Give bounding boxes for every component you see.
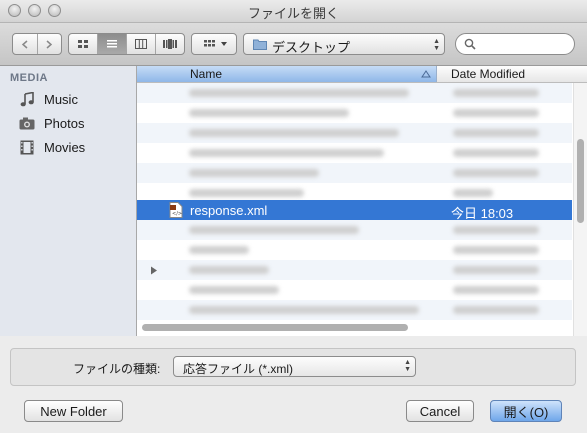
arrange-grid-icon bbox=[204, 40, 227, 47]
list-item[interactable] bbox=[137, 300, 572, 320]
forward-button[interactable] bbox=[38, 34, 62, 54]
cover-flow-icon bbox=[163, 39, 177, 49]
film-icon bbox=[18, 139, 36, 155]
list-item[interactable] bbox=[137, 143, 572, 163]
list-view-icon bbox=[107, 40, 117, 48]
file-format-popup[interactable]: 応答ファイル (*.xml) ▲ ▼ bbox=[173, 356, 416, 377]
grid-view-icon bbox=[78, 40, 88, 48]
name-column-header[interactable]: Name bbox=[137, 66, 437, 82]
back-forward-control bbox=[12, 33, 62, 55]
search-field[interactable] bbox=[455, 33, 575, 55]
list-item[interactable] bbox=[137, 240, 572, 260]
camera-icon bbox=[18, 115, 36, 131]
sidebar-item-movies[interactable]: Movies bbox=[0, 136, 136, 158]
file-format-value: 応答ファイル (*.xml) bbox=[183, 362, 293, 376]
list-item[interactable] bbox=[137, 220, 572, 240]
svg-text:</>: </> bbox=[172, 211, 182, 217]
window-title: ファイルを開く bbox=[247, 6, 339, 21]
column-view-icon bbox=[135, 39, 147, 49]
name-column-label: Name bbox=[190, 67, 223, 81]
horizontal-scroll-thumb[interactable] bbox=[142, 324, 408, 331]
file-list: Name Date Modified </> response.xml 今日 1… bbox=[137, 66, 587, 336]
file-format-panel: ファイルの種類: 応答ファイル (*.xml) ▲ ▼ bbox=[10, 348, 576, 386]
sidebar-item-music[interactable]: Music bbox=[0, 88, 136, 110]
popup-arrows-icon: ▲ ▼ bbox=[433, 38, 440, 52]
back-button[interactable] bbox=[13, 34, 38, 54]
list-item[interactable] bbox=[137, 163, 572, 183]
selected-file-row[interactable]: </> response.xml 今日 18:03 bbox=[137, 200, 572, 221]
sidebar-item-label: Movies bbox=[44, 139, 86, 155]
column-view-button[interactable] bbox=[127, 34, 156, 54]
popup-arrows-icon: ▲ ▼ bbox=[404, 359, 411, 373]
list-view-button[interactable] bbox=[98, 34, 127, 54]
new-folder-button[interactable]: New Folder bbox=[24, 400, 123, 422]
icon-view-button[interactable] bbox=[69, 34, 98, 54]
search-icon bbox=[464, 38, 476, 50]
open-button[interactable]: 開く(O) bbox=[490, 400, 562, 422]
chevron-right-icon bbox=[46, 39, 53, 49]
chevron-left-icon bbox=[21, 39, 28, 49]
disclosure-triangle-icon[interactable] bbox=[150, 266, 158, 275]
open-file-dialog: ファイルを開く デスクトップ ▲ ▼ MEDIA Music Photos Mo… bbox=[0, 0, 587, 433]
location-popup[interactable]: デスクトップ ▲ ▼ bbox=[243, 33, 445, 55]
vertical-scroll-thumb[interactable] bbox=[577, 139, 584, 223]
folder-icon bbox=[253, 39, 267, 50]
sidebar-item-photos[interactable]: Photos bbox=[0, 112, 136, 134]
cover-flow-button[interactable] bbox=[156, 34, 184, 54]
arrange-menu-button[interactable] bbox=[191, 33, 237, 55]
selected-file-name: response.xml bbox=[190, 203, 268, 218]
location-label: デスクトップ bbox=[272, 40, 351, 55]
list-item[interactable] bbox=[137, 280, 572, 300]
list-item[interactable] bbox=[137, 260, 572, 280]
vertical-scrollbar[interactable] bbox=[573, 83, 587, 336]
view-mode-control bbox=[68, 33, 185, 55]
sort-ascending-icon bbox=[421, 70, 431, 78]
title-bar: ファイルを開く bbox=[0, 0, 587, 23]
toolbar: デスクトップ ▲ ▼ bbox=[0, 23, 587, 66]
list-item[interactable] bbox=[137, 83, 572, 103]
xml-file-icon: </> bbox=[169, 202, 183, 218]
list-item[interactable] bbox=[137, 123, 572, 143]
file-format-label: ファイルの種類: bbox=[73, 362, 161, 376]
music-note-icon bbox=[18, 91, 36, 107]
sidebar: MEDIA Music Photos Movies bbox=[0, 66, 137, 336]
cancel-button[interactable]: Cancel bbox=[406, 400, 474, 422]
sidebar-item-label: Music bbox=[44, 91, 78, 107]
sidebar-item-label: Photos bbox=[44, 115, 85, 131]
list-item[interactable] bbox=[137, 103, 572, 123]
list-header: Name Date Modified bbox=[137, 66, 587, 83]
date-column-label: Date Modified bbox=[451, 67, 526, 81]
sidebar-section-media: MEDIA bbox=[10, 72, 48, 84]
